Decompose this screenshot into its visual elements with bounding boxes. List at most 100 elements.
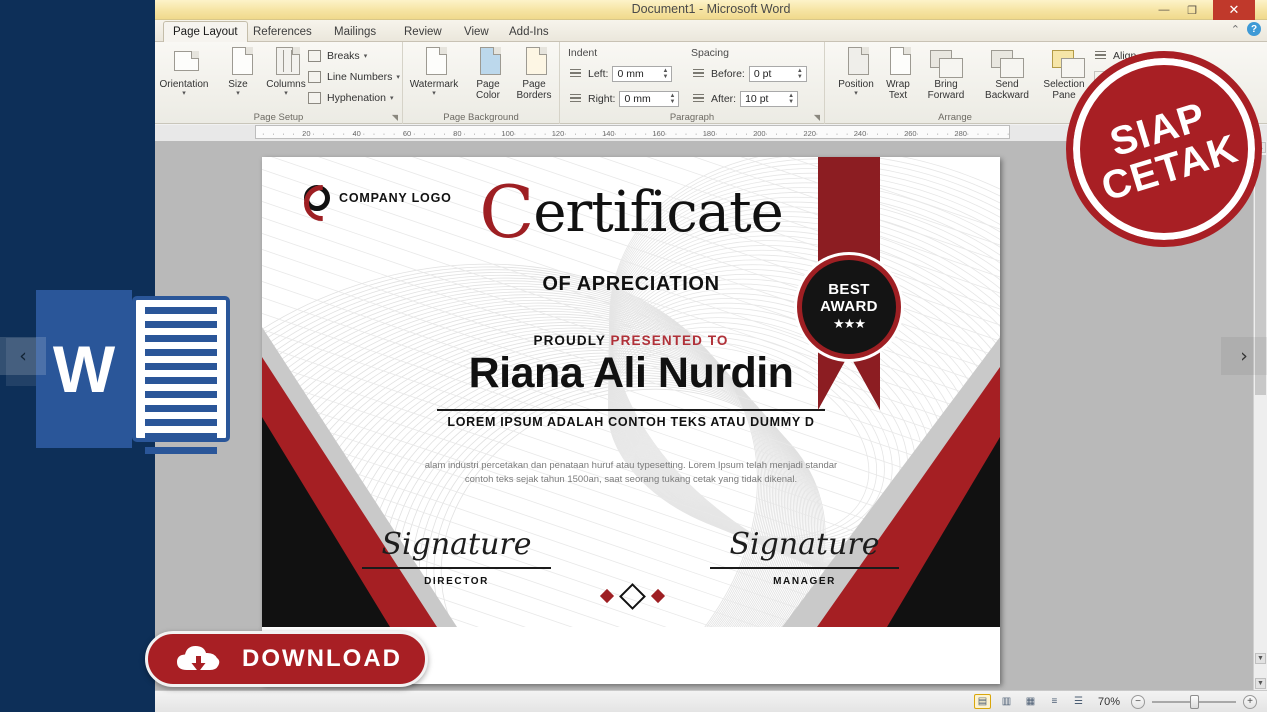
- ruler-tick: ·: [745, 129, 748, 138]
- spacing-after-input[interactable]: 10 pt ▲ ▼: [740, 91, 799, 107]
- signature-left-role: DIRECTOR: [424, 575, 489, 587]
- certificate-page[interactable]: COMPANY LOGO Certificate OF APRECIATION …: [262, 157, 1000, 684]
- ruler-tick: ·: [322, 129, 325, 138]
- columns-icon: [270, 46, 302, 78]
- page-color-icon: [472, 46, 504, 78]
- stamp-text: SIAP CETAK: [1085, 90, 1244, 210]
- ruler-tick: ·: [302, 129, 305, 138]
- signature-right-role: MANAGER: [773, 575, 836, 587]
- ruler-tick: ·: [996, 129, 1000, 138]
- size-button[interactable]: Size ▾: [211, 46, 265, 97]
- tab-view[interactable]: View: [455, 22, 498, 42]
- signature-left-text: Signature: [381, 527, 532, 562]
- ruler-tick: ·: [594, 129, 597, 138]
- send-backward-button[interactable]: Send Backward: [973, 46, 1041, 101]
- tab-mailings[interactable]: Mailings: [325, 22, 385, 42]
- ruler-tick: ·: [413, 129, 416, 138]
- indent-right-input[interactable]: 0 mm ▲ ▼: [619, 91, 680, 107]
- page-borders-button[interactable]: Page Borders: [507, 46, 561, 101]
- minimize-button[interactable]: —: [1150, 0, 1178, 20]
- position-icon: [840, 46, 872, 78]
- ruler-tick: ·: [483, 129, 486, 138]
- group-label-page-background: Page Background: [443, 112, 519, 123]
- ruler-tick: ·: [785, 129, 788, 138]
- paragraph-dialog-launcher[interactable]: ◥: [814, 113, 820, 122]
- badge-line-1: BEST: [828, 281, 870, 298]
- zoom-out-button[interactable]: −: [1131, 694, 1145, 709]
- certificate-body-text: alam industri percetakan dan penataan hu…: [424, 460, 838, 485]
- line-numbers-button[interactable]: Line Numbers ▾: [307, 67, 400, 87]
- recipient-underline: [437, 409, 825, 411]
- ruler-tick: ·: [704, 129, 708, 138]
- ruler-tick: ·: [423, 129, 426, 138]
- page-setup-dialog-launcher[interactable]: ◥: [392, 113, 398, 122]
- ruler-tick: ·: [654, 129, 658, 138]
- ruler-tick: ·: [262, 129, 265, 138]
- ruler-tick: ·: [674, 129, 678, 138]
- next-arrow[interactable]: ›: [1221, 337, 1267, 375]
- close-button[interactable]: ✕: [1213, 0, 1255, 20]
- ruler-tick: ·: [282, 129, 285, 138]
- orientation-button[interactable]: Orientation ▾: [157, 46, 211, 97]
- ruler-tick: ·: [886, 129, 889, 138]
- download-button[interactable]: DOWNLOAD: [145, 631, 428, 687]
- view-outline-button[interactable]: ≡: [1046, 694, 1063, 709]
- view-full-screen-reading-button[interactable]: ▥: [998, 694, 1015, 709]
- line-numbers-icon: [307, 70, 323, 85]
- ruler-tick: ·: [644, 129, 648, 138]
- ruler-tick: ·: [402, 129, 406, 138]
- vertical-scrollbar[interactable]: ▲ ▼ ▼: [1253, 141, 1267, 690]
- view-draft-button[interactable]: ☰: [1070, 694, 1087, 709]
- zoom-level[interactable]: 70%: [1098, 696, 1120, 708]
- collapse-ribbon-icon[interactable]: ⌃: [1231, 23, 1240, 36]
- spacing-before-input[interactable]: 0 pt ▲ ▼: [748, 66, 807, 82]
- indent-heading: Indent: [568, 47, 598, 59]
- view-print-layout-button[interactable]: ▤: [973, 694, 991, 709]
- restore-button[interactable]: ❐: [1178, 0, 1206, 20]
- indent-left-spinner[interactable]: ▲ ▼: [660, 67, 670, 81]
- ruler-tick: ·: [624, 129, 627, 138]
- ruler-tick: ·: [604, 129, 607, 138]
- tab-references[interactable]: References: [244, 22, 321, 42]
- group-page-background: Watermark ▾ Page Color Page Borders Page…: [403, 42, 560, 124]
- indent-left-input[interactable]: 0 mm ▲ ▼: [612, 66, 673, 82]
- siap-cetak-stamp: SIAP CETAK: [1066, 51, 1262, 247]
- ruler-tick: ·: [906, 129, 909, 138]
- prev-arrow[interactable]: ‹: [0, 337, 46, 375]
- zoom-in-button[interactable]: +: [1243, 694, 1257, 709]
- signature-right-text: Signature: [729, 527, 880, 562]
- badge-stars-icon: ★★★: [833, 317, 866, 332]
- ruler-tick: ·: [845, 129, 849, 138]
- next-page-button[interactable]: ▼: [1255, 678, 1266, 689]
- spacing-before-spinner[interactable]: ▲ ▼: [795, 67, 805, 81]
- tab-review[interactable]: Review: [395, 22, 451, 42]
- scroll-down-button[interactable]: ▼: [1255, 653, 1266, 664]
- ruler-indent-marker[interactable]: [1025, 126, 1037, 138]
- bring-forward-button[interactable]: Bring Forward: [915, 46, 977, 101]
- watermark-button[interactable]: Watermark ▾: [407, 46, 461, 97]
- indent-right-spinner[interactable]: ▲ ▼: [667, 92, 677, 106]
- tab-page-layout[interactable]: Page Layout: [163, 21, 248, 43]
- hyphenation-button[interactable]: Hyphenation ▾: [307, 88, 393, 108]
- signature-divider-ornament: [580, 582, 685, 610]
- ruler-tick: ·: [735, 129, 738, 138]
- spacing-after-row: After: 10 pt ▲ ▼: [691, 89, 799, 109]
- view-web-layout-button[interactable]: ▦: [1022, 694, 1039, 709]
- zoom-slider-thumb[interactable]: [1190, 694, 1199, 709]
- horizontal-ruler[interactable]: 20 40 60 80 100 120 140 160 180 200 220 240 260 280 · ·…: [255, 125, 1010, 139]
- help-icon[interactable]: ?: [1247, 22, 1261, 36]
- diamond-small-left-icon: [599, 588, 615, 604]
- zoom-slider[interactable]: [1152, 694, 1236, 709]
- ruler-tick: ·: [896, 129, 899, 138]
- spacing-after-spinner[interactable]: ▲ ▼: [786, 92, 796, 106]
- status-bar: ▤ ▥ ▦ ≡ ☰ 70% − +: [155, 690, 1267, 712]
- badge-line-2: AWARD: [820, 298, 878, 315]
- breaks-button[interactable]: Breaks ▾: [307, 46, 367, 66]
- ruler-tick: ·: [543, 129, 547, 138]
- ruler-tick: ·: [976, 129, 980, 138]
- ruler-tick: ·: [312, 129, 315, 138]
- tab-add-ins[interactable]: Add-Ins: [500, 22, 558, 42]
- ruler-tick: ·: [946, 129, 950, 138]
- columns-button[interactable]: Columns ▾: [259, 46, 313, 97]
- signature-block-left: Signature DIRECTOR: [354, 527, 559, 587]
